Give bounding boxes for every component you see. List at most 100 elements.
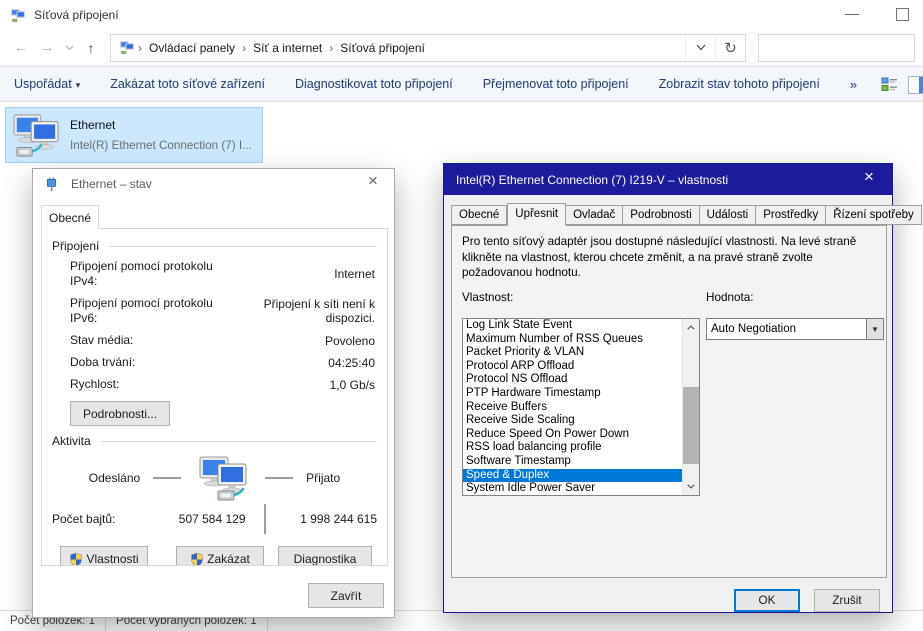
group-divider xyxy=(101,441,377,442)
ethernet-status-dialog: Ethernet – stav × Obecné Připojení Připo… xyxy=(32,168,395,618)
received-label: Přijato xyxy=(306,471,340,485)
scroll-down-icon[interactable] xyxy=(683,478,699,495)
activity-group-label: Aktivita xyxy=(52,434,91,448)
title-bar: Síťová připojení xyxy=(0,0,923,30)
uac-shield-icon xyxy=(69,552,83,567)
disable-device-command[interactable]: Zakázat toto síťové zařízení xyxy=(110,77,265,91)
properties-button-label: Vlastnosti xyxy=(86,552,138,566)
group-divider xyxy=(109,246,377,247)
row-value: Internet xyxy=(228,267,377,281)
activity-connector xyxy=(153,477,181,479)
list-item[interactable]: Software Timestamp xyxy=(463,455,682,469)
tab-resources[interactable]: Prostředky xyxy=(756,205,826,225)
more-commands-chevron[interactable]: » xyxy=(850,77,857,92)
tab-advanced[interactable]: Upřesnit xyxy=(507,203,566,226)
forward-button[interactable]: → xyxy=(34,39,60,56)
status-tab-page: Připojení Připojení pomocí protokolu IPv… xyxy=(41,228,388,566)
details-button[interactable]: Podrobnosti... xyxy=(70,401,170,426)
combobox-value: Auto Negotiation xyxy=(707,323,866,335)
list-item[interactable]: Protocol ARP Offload xyxy=(463,360,682,374)
properties-button[interactable]: Vlastnosti xyxy=(60,546,148,566)
organize-menu[interactable]: Uspořádat▾ xyxy=(14,77,80,91)
activity-connector xyxy=(265,477,293,479)
breadcrumb-chevron-icon[interactable]: › xyxy=(326,41,336,55)
breadcrumb-chevron-icon[interactable]: › xyxy=(135,41,145,55)
list-item[interactable]: Reduce Speed On Power Down xyxy=(463,428,682,442)
breadcrumb-chevron-icon[interactable]: › xyxy=(239,41,249,55)
list-item[interactable]: Log Link State Event xyxy=(463,319,682,333)
list-item[interactable]: Protocol NS Offload xyxy=(463,373,682,387)
list-item[interactable]: Receive Side Scaling xyxy=(463,414,682,428)
list-item[interactable]: Receive Buffers xyxy=(463,401,682,415)
bytes-divider xyxy=(264,504,266,534)
row-media-state: Stav média: Povoleno xyxy=(70,333,377,348)
up-button[interactable]: ↑ xyxy=(78,40,104,56)
minimize-button[interactable] xyxy=(845,14,859,15)
uac-shield-icon xyxy=(190,552,204,567)
recent-pages-icon[interactable] xyxy=(60,45,78,51)
disable-button[interactable]: Zakázat xyxy=(176,546,264,566)
row-value: 1,0 Gb/s xyxy=(228,378,377,392)
tab-details[interactable]: Podrobnosti xyxy=(623,205,699,225)
ok-button[interactable]: OK xyxy=(734,589,800,612)
maximize-button[interactable] xyxy=(896,8,909,21)
tab-events[interactable]: Události xyxy=(700,205,757,225)
breadcrumb-control-panel[interactable]: Ovládací panely xyxy=(145,41,239,55)
tab-general[interactable]: Obecné xyxy=(451,205,507,225)
tab-power-management[interactable]: Řízení spotřeby xyxy=(826,205,922,225)
breadcrumb-network-connections[interactable]: Síťová připojení xyxy=(336,41,429,55)
search-input[interactable] xyxy=(758,34,915,62)
breadcrumb-network-internet[interactable]: Síť a internet xyxy=(249,41,326,55)
refresh-icon[interactable]: ↻ xyxy=(715,35,745,61)
rename-connection-command[interactable]: Přejmenovat toto připojení xyxy=(483,77,629,91)
connection-group-label: Připojení xyxy=(52,239,99,253)
address-bar[interactable]: › Ovládací panely › Síť a internet › Síť… xyxy=(110,34,746,62)
diagnose-connection-command[interactable]: Diagnostikovat toto připojení xyxy=(295,77,453,91)
address-location-icon xyxy=(119,40,135,55)
combobox-dropdown-icon[interactable]: ▼ xyxy=(866,319,883,339)
close-icon[interactable]: × xyxy=(858,167,880,187)
property-listbox[interactable]: Log Link State Event Maximum Number of R… xyxy=(462,318,700,496)
status-dialog-titlebar: Ethernet – stav × xyxy=(33,169,394,199)
list-item[interactable]: PTP Hardware Timestamp xyxy=(463,387,682,401)
list-item[interactable]: Maximum Number of RSS Queues xyxy=(463,333,682,347)
command-bar-right: » ▾ xyxy=(850,77,913,92)
preview-pane-icon[interactable] xyxy=(908,76,923,94)
tab-driver[interactable]: Ovladač xyxy=(566,205,623,225)
scrollbar-thumb[interactable] xyxy=(683,387,699,464)
address-dropdown-icon[interactable] xyxy=(685,35,715,61)
bytes-received-value: 1 998 244 615 xyxy=(280,512,378,526)
properties-tabs: Obecné Upřesnit Ovladač Podrobnosti Udál… xyxy=(451,202,922,225)
list-item[interactable]: RSS load balancing profile xyxy=(463,441,682,455)
close-icon[interactable]: × xyxy=(362,171,384,191)
sent-label: Odesláno xyxy=(89,471,140,485)
row-label: Připojení pomocí protokolu IPv4: xyxy=(70,259,228,289)
cancel-button[interactable]: Zrušit xyxy=(814,589,880,612)
network-connections-window: Síťová připojení ← → ↑ › Ovládací panely… xyxy=(0,0,923,631)
address-bar-row: ← → ↑ › Ovládací panely › Síť a internet… xyxy=(0,30,923,66)
bytes-sent-value: 507 584 129 xyxy=(148,512,246,526)
row-ipv6: Připojení pomocí protokolu IPv6: Připoje… xyxy=(70,296,377,326)
diagnostics-button[interactable]: Diagnostika xyxy=(278,546,372,566)
value-combobox[interactable]: Auto Negotiation ▼ xyxy=(706,318,884,340)
properties-dialog-title: Intel(R) Ethernet Connection (7) I219-V … xyxy=(456,173,728,187)
row-speed: Rychlost: 1,0 Gb/s xyxy=(70,377,377,392)
list-item[interactable]: System Idle Power Saver xyxy=(463,482,682,496)
row-ipv4: Připojení pomocí protokolu IPv4: Interne… xyxy=(70,259,377,289)
row-label: Doba trvání: xyxy=(70,355,228,370)
listbox-scrollbar[interactable] xyxy=(682,319,699,495)
bytes-row: Počet bajtů: 507 584 129 1 998 244 615 xyxy=(52,504,377,534)
view-status-command[interactable]: Zobrazit stav tohoto připojení xyxy=(659,77,820,91)
activity-diagram: Odesláno Přijato xyxy=(52,454,377,502)
change-view-icon[interactable] xyxy=(881,77,898,92)
close-dialog-button[interactable]: Zavřít xyxy=(308,583,384,608)
ethernet-connection-item[interactable]: Ethernet Intel(R) Ethernet Connection (7… xyxy=(5,107,263,163)
back-button[interactable]: ← xyxy=(8,39,34,56)
property-column-label: Vlastnost: xyxy=(462,291,706,304)
scroll-up-icon[interactable] xyxy=(683,319,699,336)
list-item[interactable]: Packet Priority & VLAN xyxy=(463,346,682,360)
list-item-selected[interactable]: Speed & Duplex xyxy=(463,469,682,483)
network-connections-icon xyxy=(10,8,26,23)
tab-general[interactable]: Obecné xyxy=(41,205,99,229)
row-value: 04:25:40 xyxy=(228,356,377,370)
